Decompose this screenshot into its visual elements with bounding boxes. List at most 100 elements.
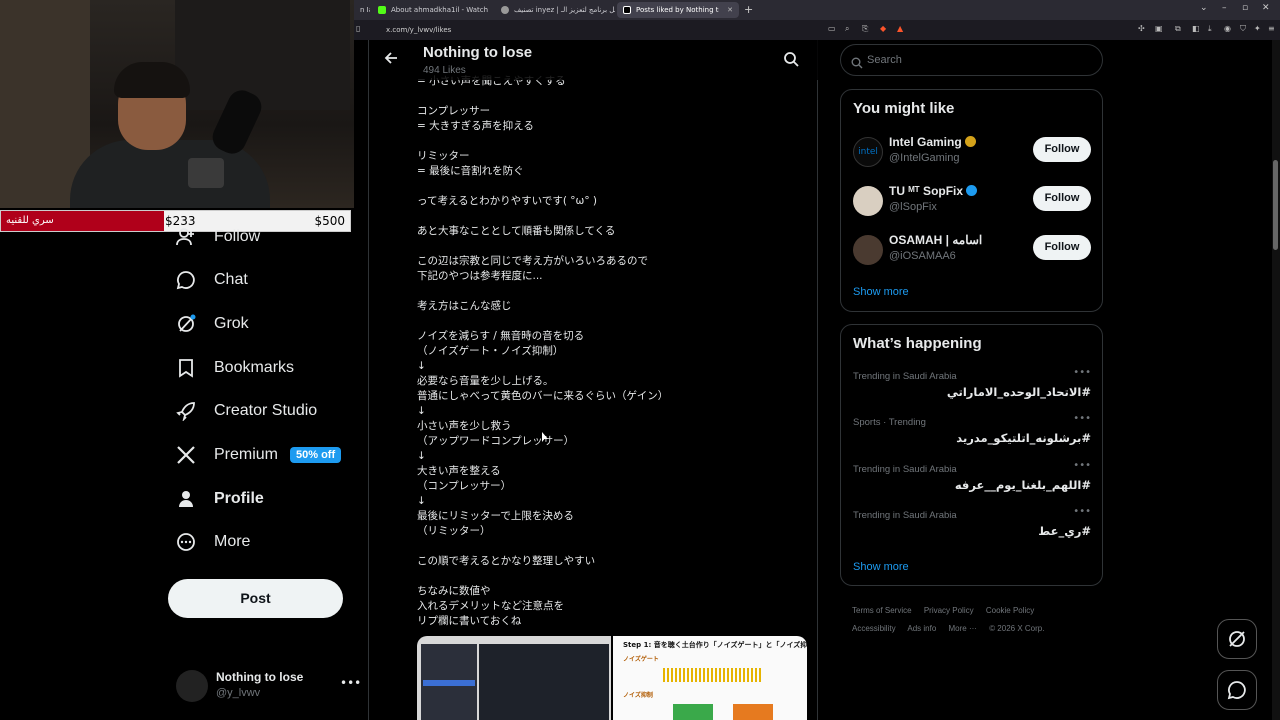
hoodie-print: [188, 158, 224, 188]
browser-tab[interactable]: تصنيف inyez | أفضل برنامج لتعزيز الـ: [495, 2, 615, 18]
nav-more[interactable]: More: [176, 527, 250, 557]
trend-context: Trending in Saudi Arabia: [853, 371, 957, 382]
trend-item[interactable]: Trending in Saudi Arabia ••• #ري_عط: [853, 506, 1091, 550]
extension-icon[interactable]: ✣: [1138, 24, 1145, 33]
post-text-line: ノイズを減らす / 無音時の音を切る: [417, 330, 585, 342]
post-text-line: = 大きすぎる声を抑える: [417, 120, 534, 132]
show-more-link[interactable]: Show more: [853, 286, 909, 298]
shield-icon[interactable]: ⛉: [1240, 24, 1246, 34]
sidebar-toggle-icon[interactable]: ◧: [1192, 24, 1200, 33]
post-text-line: [417, 89, 807, 104]
post-text-line: 大きい声を整える: [417, 465, 501, 477]
trend-item[interactable]: Sports · Trending ••• #برشلونه_اتلتيكو_م…: [853, 413, 1091, 457]
section-title: What’s happening: [853, 335, 982, 352]
media-infographic[interactable]: Step 1: 音を聴く土台作り「ノイズゲート」と「ノイズ抑制」 ノイズゲート …: [613, 636, 807, 720]
rewards-icon[interactable]: ▲: [897, 24, 903, 33]
more-dots-icon[interactable]: •••: [1073, 460, 1091, 471]
browser-tab[interactable]: About ahmadkha1il - Watch Live on: [372, 2, 490, 18]
account-handle: @y_lvwv: [216, 687, 261, 699]
mixer-panel: [479, 644, 609, 720]
nav-label: More: [214, 533, 251, 550]
page-scrollbar[interactable]: [1272, 40, 1280, 720]
extensions-icon[interactable]: ⧉: [1175, 24, 1181, 34]
messages-fab-button[interactable]: [1217, 670, 1257, 710]
section-title: You might like: [853, 100, 955, 117]
footer-link[interactable]: Terms of Service: [852, 606, 912, 615]
search-placeholder: Search: [867, 54, 902, 66]
browser-tab-active[interactable]: Posts liked by Nothing to lose (@ ✕: [617, 2, 739, 18]
search-input[interactable]: Search: [840, 44, 1103, 76]
menu-icon[interactable]: ≡: [1268, 24, 1275, 33]
wallet-icon[interactable]: ▣: [1155, 24, 1163, 33]
brave-shield-icon[interactable]: ◆: [880, 24, 886, 33]
bookmark-icon: [176, 358, 196, 378]
post-text: = 小さい声を聞こえやすくする コンプレッサー = 大きすぎる声を抑える リミッタ…: [417, 74, 807, 629]
trend-item[interactable]: Trending in Saudi Arabia ••• #اللهم_بلغن…: [853, 460, 1091, 504]
more-dots-icon[interactable]: •••: [1073, 367, 1091, 378]
post-text-line: 考え方はこんな感じ: [417, 300, 512, 312]
grok-fab-button[interactable]: [1217, 619, 1257, 659]
minimize-icon[interactable]: –: [1222, 3, 1227, 13]
footer-link[interactable]: More ···: [949, 624, 977, 633]
more-dots-icon[interactable]: •••: [1073, 506, 1091, 517]
footer-link[interactable]: Accessibility: [852, 624, 896, 633]
post-button[interactable]: Post: [168, 579, 343, 618]
post-text-line: [417, 209, 807, 224]
footer-link[interactable]: Cookie Policy: [986, 606, 1034, 615]
trend-item[interactable]: Trending in Saudi Arabia ••• #الاتحاد_ال…: [853, 367, 1091, 411]
chat-bubble-icon: [176, 270, 196, 290]
vpn-icon[interactable]: ◉: [1224, 24, 1231, 33]
nav-label: Creator Studio: [214, 402, 318, 419]
follow-button[interactable]: Follow: [1033, 235, 1091, 260]
tab-list-icon[interactable]: ⌄: [1200, 3, 1208, 13]
likes-count: 494 Likes: [423, 65, 466, 76]
back-arrow-icon[interactable]: [383, 50, 399, 70]
maximize-icon[interactable]: ▫: [1242, 3, 1248, 13]
tab-label: n Ia: [360, 6, 370, 14]
post-text-line: [417, 134, 807, 149]
nav-chat[interactable]: Chat: [176, 265, 248, 295]
zoom-icon[interactable]: ⌕: [845, 24, 849, 34]
person-icon: [176, 489, 196, 509]
more-dots-icon[interactable]: •••: [1073, 413, 1091, 424]
more-dots-icon[interactable]: •••: [340, 676, 361, 690]
suggestion-item[interactable]: intel Intel Gaming @IntelGaming Follow: [853, 135, 1093, 171]
post-media[interactable]: Step 1: 音を聴く土台作り「ノイズゲート」と「ノイズ抑制」 ノイズゲート …: [417, 636, 807, 720]
share-icon[interactable]: ⎘: [862, 24, 868, 34]
footer-link[interactable]: Ads info: [907, 624, 936, 633]
trend-topic: #برشلونه_اتلتيكو_مدريد: [956, 431, 1091, 445]
streamer-hair: [114, 62, 190, 98]
follow-button[interactable]: Follow: [1033, 186, 1091, 211]
browser-tab[interactable]: n Ia: [354, 2, 370, 18]
post-text-line: あと大事なこととして順番も関係してくる: [417, 225, 616, 237]
close-window-icon[interactable]: ✕: [1262, 3, 1270, 13]
download-icon[interactable]: ⤓: [1208, 24, 1212, 34]
nav-follow[interactable]: Follow: [176, 222, 260, 252]
search-icon[interactable]: [783, 51, 799, 71]
nav-label: Grok: [214, 315, 249, 332]
suggestion-item[interactable]: OSAMAH | اسامه @iOSAMAA6 Follow: [853, 233, 1093, 269]
nav-bookmarks[interactable]: Bookmarks: [176, 353, 294, 383]
media-screenshot-mixer[interactable]: [417, 636, 611, 720]
scrollbar-thumb[interactable]: [1273, 160, 1278, 250]
follow-button[interactable]: Follow: [1033, 137, 1091, 162]
leo-icon[interactable]: ✦: [1254, 24, 1261, 33]
post-text-line: 最後にリミッターで上限を決める: [417, 510, 574, 522]
new-tab-button[interactable]: +: [744, 3, 753, 16]
nav-profile[interactable]: Profile: [176, 484, 264, 514]
show-more-link[interactable]: Show more: [853, 561, 909, 573]
footer-link[interactable]: Privacy Policy: [924, 606, 974, 615]
suggestion-item[interactable]: TU ᴹᵀ SopFix @lSopFix Follow: [853, 184, 1093, 220]
intel-avatar: intel: [853, 137, 883, 167]
account-switcher[interactable]: Nothing to lose @y_lvwv •••: [176, 668, 361, 704]
bookmark-page-icon[interactable]: ▯: [356, 24, 360, 33]
post-text-line: この辺は宗教と同じで考え方がいろいろあるので: [417, 255, 648, 267]
nav-grok[interactable]: Grok: [176, 309, 249, 339]
reader-icon[interactable]: ▭: [828, 24, 836, 33]
copyright: © 2026 X Corp.: [989, 624, 1045, 633]
nav-creator-studio[interactable]: Creator Studio: [176, 396, 317, 426]
close-tab-icon[interactable]: ✕: [727, 6, 733, 14]
post-text-line: （ノイズゲート・ノイズ抑制）: [417, 345, 564, 357]
infographic-orange-box: [733, 704, 773, 720]
nav-premium[interactable]: Premium 50% off: [176, 440, 342, 470]
